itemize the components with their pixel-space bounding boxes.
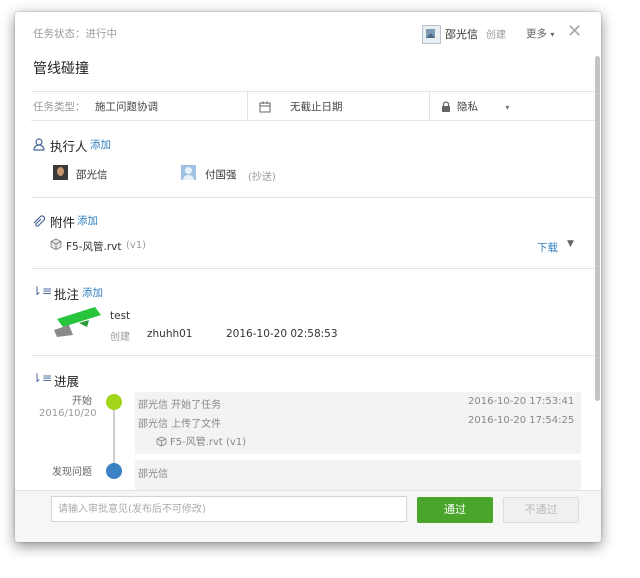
approval-comment-input[interactable]: 请输入审批意见(发布后不可修改) <box>51 496 407 522</box>
timeline-line <box>113 402 115 472</box>
avatar <box>181 165 196 180</box>
privacy-label: 隐私 <box>457 101 478 113</box>
divider <box>31 120 595 121</box>
approve-button[interactable]: 通过 <box>417 497 493 523</box>
calendar-icon <box>259 98 271 117</box>
list-icon: ⇂≡ <box>32 371 53 385</box>
timeline-entry-text: 邵光信 上传了文件 <box>138 419 222 430</box>
annotation-title: 批注 <box>54 287 80 302</box>
paperclip-icon <box>32 212 46 231</box>
attachment-file-link[interactable]: F5-风管.rvt <box>66 239 122 254</box>
cc-role: (抄送) <box>248 172 276 183</box>
timeline-dot-issue <box>106 463 122 479</box>
divider <box>31 91 595 92</box>
add-attachment-link[interactable]: 添加 <box>77 213 98 228</box>
stage-start-label: 开始 <box>72 396 92 407</box>
attachment-version: (v1) <box>126 240 147 251</box>
privacy-select[interactable]: 隐私 ▾ <box>457 99 509 114</box>
caret-down-icon: ▾ <box>505 103 510 112</box>
annotation-thumbnail[interactable] <box>49 305 103 339</box>
annotation-time: 2016-10-20 02:58:53 <box>226 328 338 340</box>
close-icon[interactable]: ✕ <box>567 21 582 42</box>
chevron-down-icon[interactable]: ▼ <box>567 239 574 249</box>
list-icon: ⇂≡ <box>32 284 53 298</box>
creator-name: 邵光信 <box>445 28 478 41</box>
caret-down-icon: ▾ <box>550 30 555 39</box>
model-file-icon <box>50 235 62 254</box>
cc-name: 付国强 <box>205 169 237 181</box>
due-date-field[interactable]: 无截止日期 <box>290 99 343 114</box>
stage-issue-label: 发现问题 <box>52 467 92 478</box>
annotation-action: 创建 <box>110 332 130 343</box>
attachment-title: 附件 <box>50 215 76 230</box>
timeline-entry-text: 邵光信 <box>138 469 168 480</box>
timeline-entry-box: 邵光信 开始了任务 2016-10-20 17:53:41 邵光信 上传了文件 … <box>135 392 581 454</box>
timeline-dot-start <box>106 394 122 410</box>
scrollbar[interactable] <box>595 56 600 401</box>
timeline-file-link[interactable]: F5-风管.rvt (v1) <box>170 433 246 448</box>
creator-action: 创建 <box>486 30 506 41</box>
timeline-entry-time: 2016-10-20 17:53:41 <box>468 396 575 407</box>
divider <box>31 197 595 198</box>
lock-icon <box>441 98 451 117</box>
task-detail-panel: 任务状态：进行中 邵光信 创建 更多 ▾ ✕ 管线碰撞 任务类型： 施工问题协调… <box>15 12 601 542</box>
avatar <box>53 165 68 180</box>
annotation-user: zhuhh01 <box>147 328 193 340</box>
executor-name: 邵光信 <box>76 169 108 181</box>
timeline-entry-box: 邵光信 <box>135 460 581 490</box>
download-link[interactable]: 下载 <box>537 240 558 255</box>
task-title: 管线碰撞 <box>33 61 89 77</box>
divider <box>31 268 595 269</box>
task-type-label: 任务类型： <box>33 101 86 113</box>
creator-avatar <box>422 25 441 44</box>
task-status: 任务状态：进行中 <box>33 28 117 40</box>
more-label: 更多 <box>526 28 547 40</box>
user-icon <box>33 136 45 155</box>
divider <box>31 355 595 356</box>
add-executor-link[interactable]: 添加 <box>90 137 111 152</box>
add-annotation-link[interactable]: 添加 <box>82 285 103 300</box>
annotation-item-title[interactable]: test <box>110 310 130 322</box>
more-menu-button[interactable]: 更多 ▾ <box>526 26 554 41</box>
task-type-select[interactable]: 施工问题协调 <box>95 99 158 114</box>
progress-title: 进展 <box>54 374 80 389</box>
executor-title: 执行人 <box>50 139 88 154</box>
model-file-icon <box>156 432 167 451</box>
timeline-entry-time: 2016-10-20 17:54:25 <box>468 415 575 426</box>
stage-start-date: 2016/10/20 <box>39 408 97 419</box>
reject-button[interactable]: 不通过 <box>503 497 579 523</box>
divider <box>429 92 430 120</box>
broken-image-icon <box>426 29 435 38</box>
timeline-entry-text: 邵光信 开始了任务 <box>138 400 222 411</box>
divider <box>247 92 248 120</box>
